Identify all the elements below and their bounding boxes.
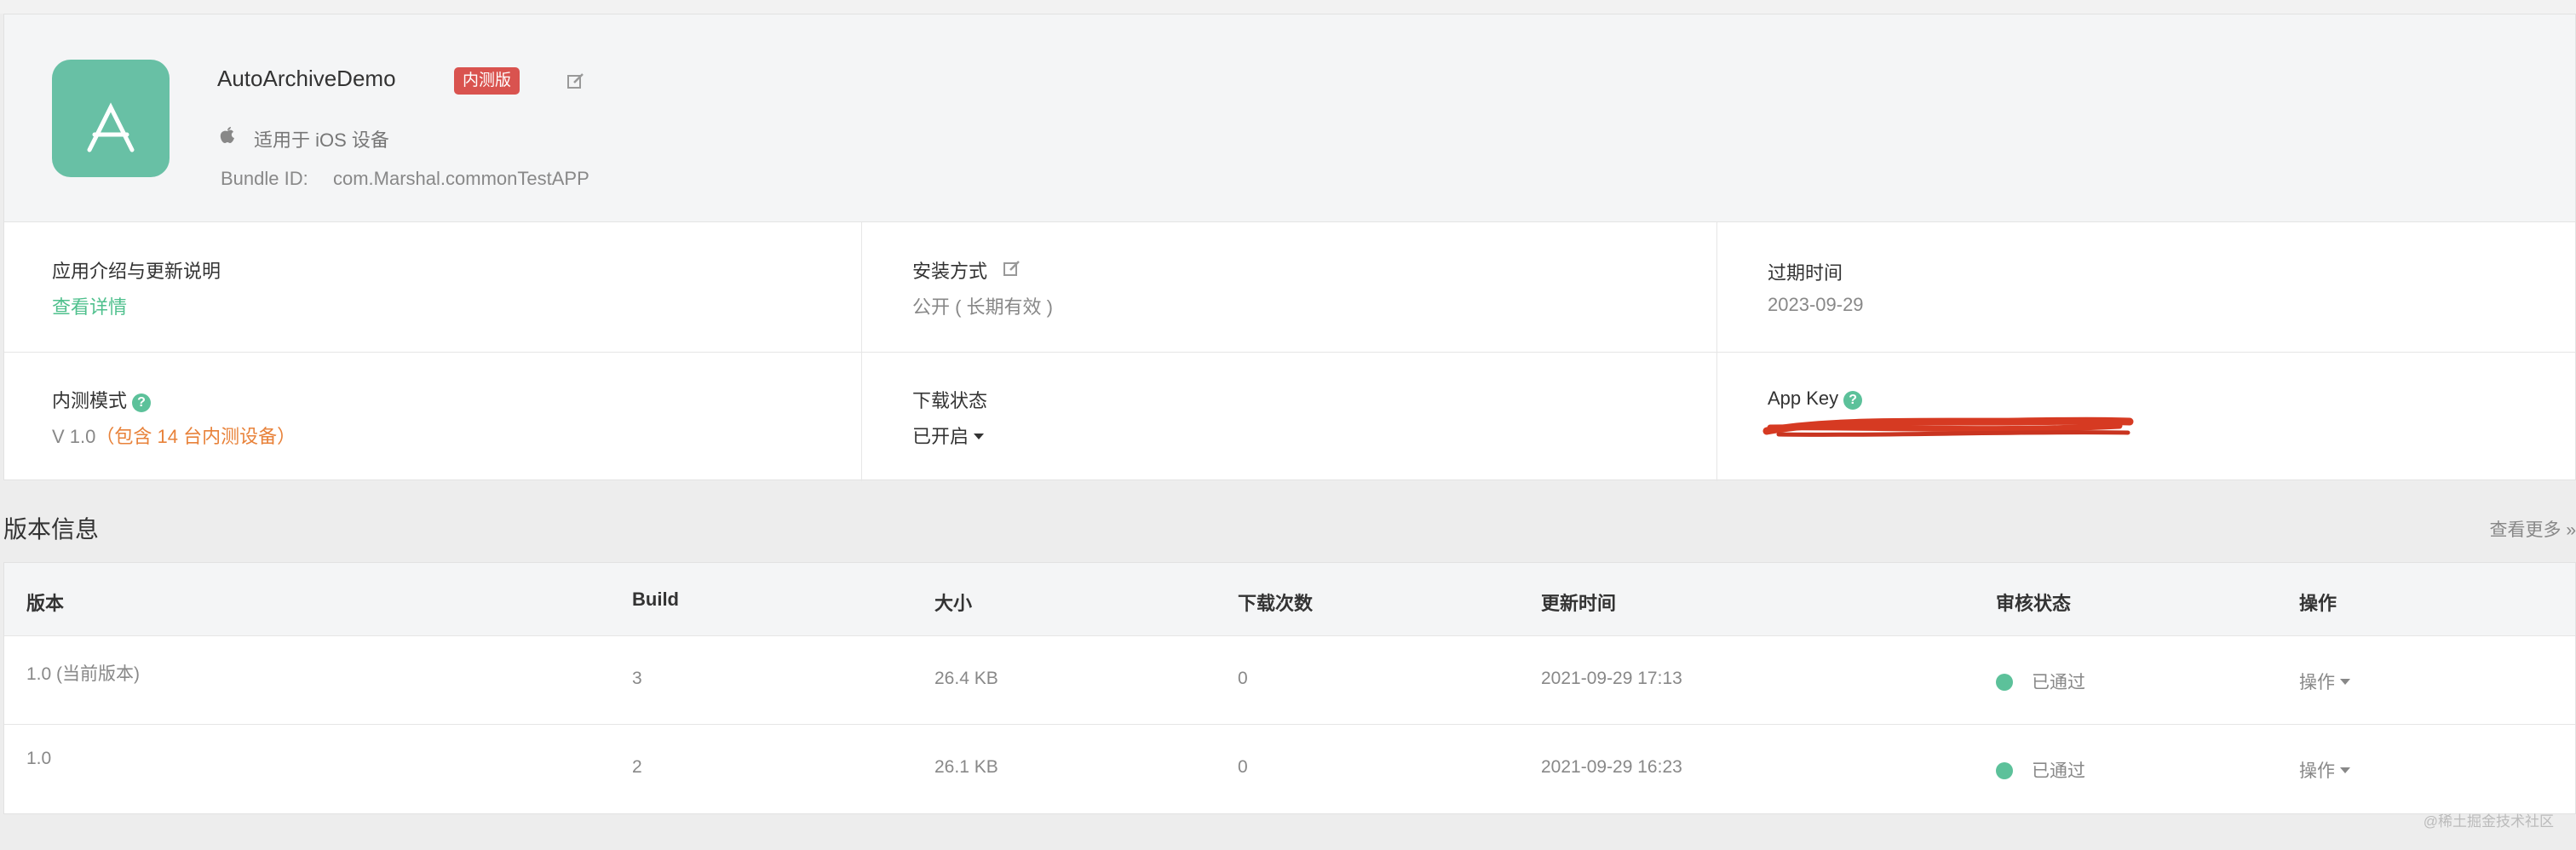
view-more-link[interactable]: 查看更多 » — [2489, 516, 2576, 542]
app-header: AutoArchiveDemo 内测版 适用于 iOS 设备 Bundle ID… — [4, 14, 2575, 222]
status-dot-icon — [1996, 762, 2013, 779]
app-info-card: AutoArchiveDemo 内测版 适用于 iOS 设备 Bundle ID… — [3, 14, 2576, 481]
status-text: 已通过 — [2032, 673, 2085, 692]
caret-down-icon — [2340, 767, 2350, 773]
beta-mode-title: 内测模式? — [52, 386, 152, 413]
beta-devices-link[interactable]: （包含 14 台内测设备） — [95, 426, 296, 447]
expire-value: 2023-09-29 — [1768, 294, 1864, 315]
cell-size: 26.1 KB — [934, 757, 998, 777]
cell-downloads: 0 — [1238, 757, 1248, 777]
bundle-id-label: Bundle ID: — [221, 168, 308, 189]
cell-review-status: 已通过 — [1996, 669, 2085, 694]
beta-mode-value: V 1.0（包含 14 台内测设备） — [52, 422, 296, 449]
download-status-value: 已开启 — [912, 426, 969, 447]
beta-mode-label: 内测模式 — [52, 390, 128, 411]
col-actions: 操作 — [2299, 593, 2337, 614]
description-title: 应用介绍与更新说明 — [52, 261, 221, 282]
install-method-value: 公开 ( 长期有效 ) — [912, 296, 1053, 318]
app-icon — [52, 60, 170, 177]
install-method-label: 安装方式 — [912, 261, 988, 282]
col-downloads: 下载次数 — [1238, 593, 1314, 614]
view-details-link[interactable]: 查看详情 — [52, 292, 127, 319]
redacted-app-key — [1762, 414, 2136, 439]
app-key-label: App Key — [1768, 388, 1839, 409]
actions-dropdown[interactable]: 操作 — [2299, 669, 2350, 694]
caret-down-icon — [974, 434, 985, 439]
edit-app-icon[interactable] — [566, 72, 585, 90]
install-method-title: 安装方式 — [912, 256, 987, 284]
col-review-status: 审核状态 — [1996, 593, 2072, 614]
status-text: 已通过 — [2032, 761, 2085, 781]
actions-label: 操作 — [2299, 673, 2335, 692]
caret-down-icon — [2340, 679, 2350, 685]
cell-version: 1.0 (当前版本) — [26, 664, 141, 684]
help-icon[interactable]: ? — [1843, 391, 1863, 410]
top-strip — [0, 0, 2576, 14]
edit-install-icon[interactable] — [1003, 259, 1020, 276]
col-version: 版本 — [26, 593, 65, 614]
status-dot-icon — [1996, 674, 2013, 691]
cell-build: 3 — [632, 669, 642, 688]
cell-review-status: 已通过 — [1996, 757, 2085, 783]
app-key-title: App Key? — [1768, 388, 1863, 410]
cell-updated: 2021-09-29 17:13 — [1541, 669, 1682, 688]
col-build: Build — [632, 589, 679, 610]
table-row: 1.0 2 26.1 KB 0 2021-09-29 16:23 已通过 操作 — [4, 725, 2575, 813]
beta-version: V 1.0 — [52, 426, 96, 447]
cell-downloads: 0 — [1238, 669, 1248, 688]
table-header: 版本 Build 大小 下载次数 更新时间 审核状态 操作 — [4, 563, 2575, 636]
bundle-id-value: com.Marshal.commonTestAPP — [333, 168, 589, 189]
actions-dropdown[interactable]: 操作 — [2299, 757, 2350, 783]
actions-label: 操作 — [2299, 761, 2335, 781]
divider — [4, 352, 2575, 353]
platform-text: 适用于 iOS 设备 — [254, 129, 389, 151]
download-status-title: 下载状态 — [912, 390, 988, 411]
app-name: AutoArchiveDemo — [217, 66, 396, 91]
help-icon[interactable]: ? — [132, 393, 152, 412]
col-updated: 更新时间 — [1541, 593, 1617, 614]
cell-version: 1.0 — [26, 749, 52, 768]
cell-size: 26.4 KB — [934, 669, 998, 688]
expire-title: 过期时间 — [1768, 262, 1843, 284]
version-info-title: 版本信息 — [3, 516, 100, 543]
versions-table: 版本 Build 大小 下载次数 更新时间 审核状态 操作 1.0 (当前版本)… — [3, 562, 2576, 814]
apple-icon — [219, 126, 236, 145]
beta-badge: 内测版 — [454, 67, 520, 95]
cell-updated: 2021-09-29 16:23 — [1541, 757, 1682, 777]
cell-build: 2 — [632, 757, 642, 777]
download-status-dropdown[interactable]: 已开启 — [912, 422, 985, 449]
table-row: 1.0 (当前版本) 3 26.4 KB 0 2021-09-29 17:13 … — [4, 636, 2575, 725]
col-size: 大小 — [934, 593, 973, 614]
watermark: @稀土掘金技术社区 — [2423, 813, 2554, 830]
